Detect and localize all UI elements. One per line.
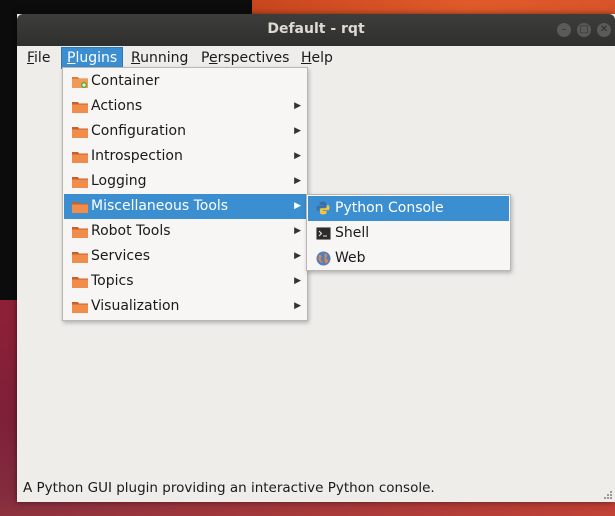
folder-icon <box>72 202 88 213</box>
folder-icon <box>72 102 88 113</box>
submenu-arrow-icon: ▶ <box>294 151 301 161</box>
submenu-arrow-icon: ▶ <box>294 226 301 236</box>
menubar: File Plugins Running Perspectives Help <box>17 46 615 69</box>
menu-perspectives[interactable]: Perspectives <box>196 48 294 68</box>
close-button[interactable]: ✕ <box>597 23 611 37</box>
menu-running[interactable]: Running <box>126 48 193 68</box>
minimize-button[interactable]: – <box>557 23 571 37</box>
python-icon <box>316 201 330 215</box>
menu-item-configuration[interactable]: Configuration ▶ <box>64 119 306 144</box>
menu-item-services[interactable]: Services ▶ <box>64 244 306 269</box>
status-bar-text: A Python GUI plugin providing an interac… <box>23 480 435 496</box>
maximize-button[interactable]: □ <box>577 23 591 37</box>
folder-icon <box>72 227 88 238</box>
submenu-arrow-icon: ▶ <box>294 176 301 186</box>
submenu-arrow-icon: ▶ <box>294 101 301 111</box>
globe-icon <box>316 251 331 266</box>
submenu-arrow-icon: ▶ <box>294 276 301 286</box>
menu-item-topics[interactable]: Topics ▶ <box>64 269 306 294</box>
menu-item-shell[interactable]: Shell <box>308 221 509 246</box>
menu-item-logging[interactable]: Logging ▶ <box>64 169 306 194</box>
window-title: Default - rqt <box>267 21 365 37</box>
folder-icon <box>72 177 88 188</box>
folder-icon <box>72 127 88 138</box>
menu-file[interactable]: File <box>22 48 55 68</box>
resize-grip-icon[interactable] <box>602 489 612 499</box>
submenu-arrow-icon: ▶ <box>294 126 301 136</box>
window-titlebar[interactable]: Default - rqt – □ ✕ <box>17 14 615 46</box>
menu-item-robot-tools[interactable]: Robot Tools ▶ <box>64 219 306 244</box>
menu-item-introspection[interactable]: Introspection ▶ <box>64 144 306 169</box>
menu-help[interactable]: Help <box>296 48 338 68</box>
submenu-arrow-icon: ▶ <box>294 251 301 261</box>
folder-icon <box>72 277 88 288</box>
container-icon <box>72 77 88 88</box>
menu-plugins[interactable]: Plugins <box>61 47 124 69</box>
menu-item-actions[interactable]: Actions ▶ <box>64 94 306 119</box>
terminal-icon <box>316 227 331 240</box>
folder-icon <box>72 302 88 313</box>
folder-icon <box>72 152 88 163</box>
menu-item-visualization[interactable]: Visualization ▶ <box>64 294 306 319</box>
menu-item-python-console[interactable]: Python Console <box>308 196 509 221</box>
folder-icon <box>72 252 88 263</box>
submenu-arrow-icon: ▶ <box>294 201 301 211</box>
menu-item-container[interactable]: Container <box>64 69 306 94</box>
menu-item-web[interactable]: Web <box>308 246 509 271</box>
submenu-arrow-icon: ▶ <box>294 301 301 311</box>
plugins-dropdown: Container Actions ▶ Configuration ▶ Intr… <box>62 67 308 321</box>
misc-tools-submenu: Python Console Shell Web <box>306 194 511 271</box>
menu-item-miscellaneous-tools[interactable]: Miscellaneous Tools ▶ <box>64 194 306 219</box>
